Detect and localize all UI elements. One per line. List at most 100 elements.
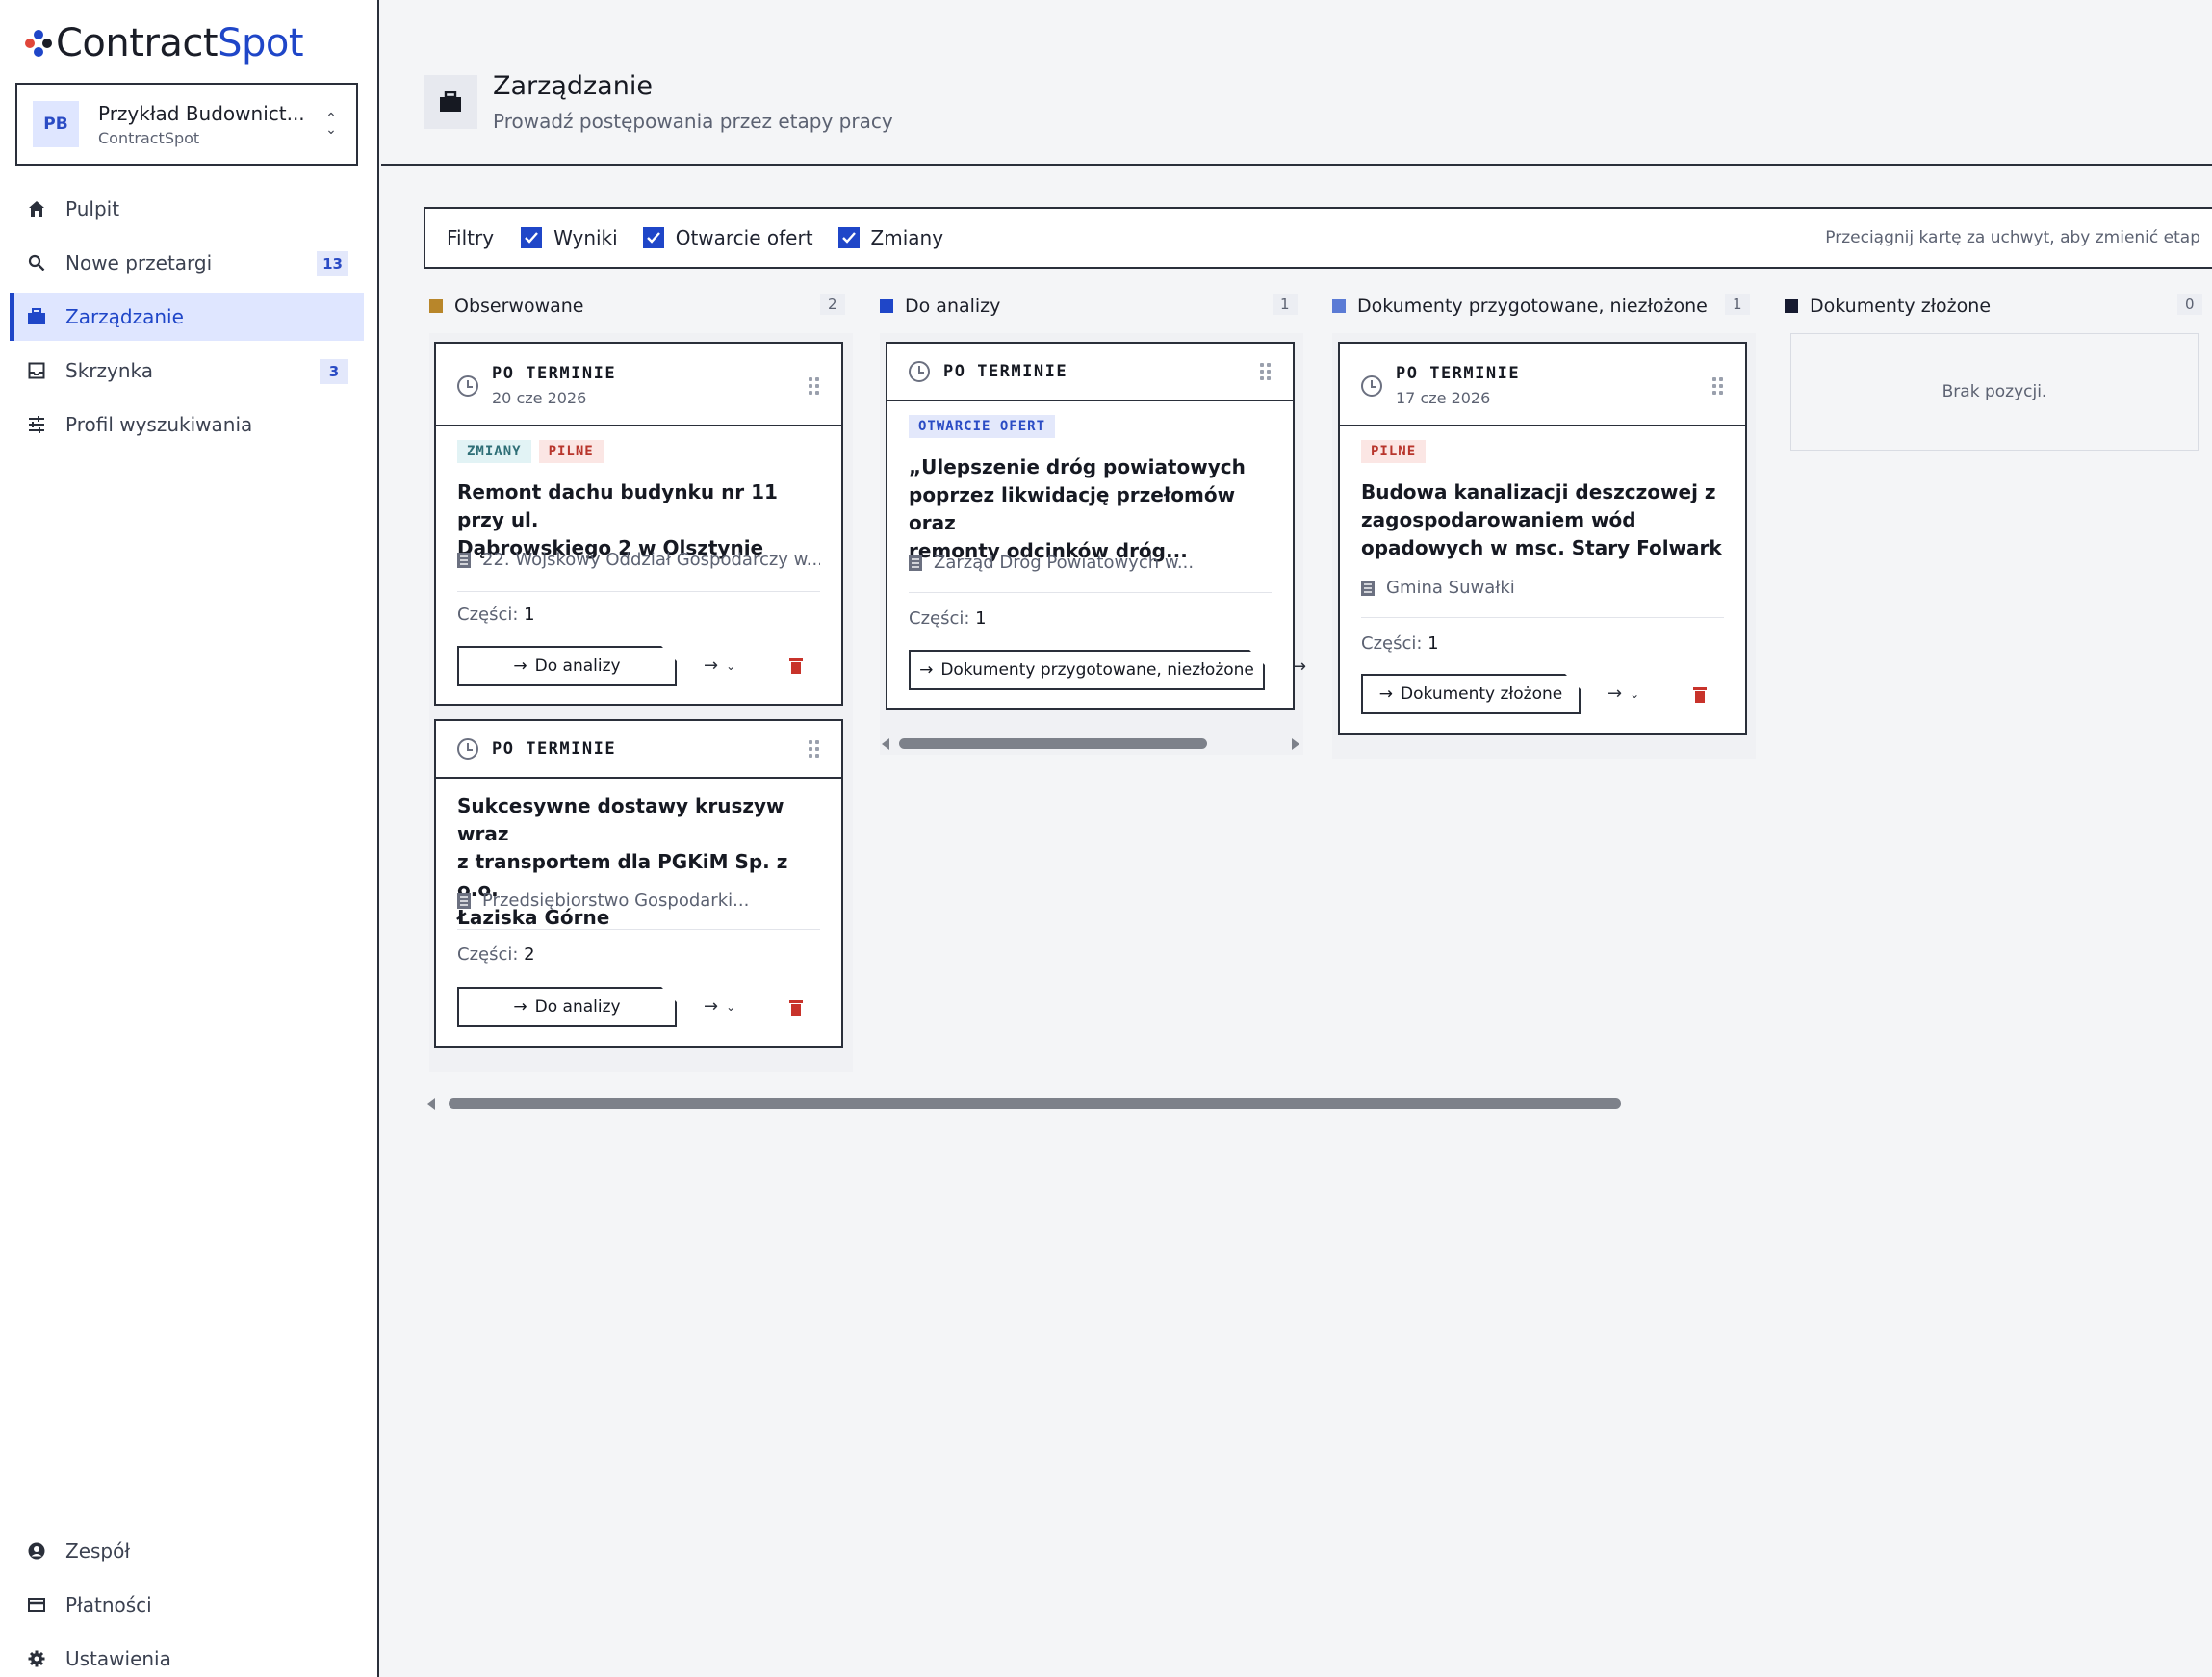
move-to-next-stage-button[interactable]: → Dokumenty przygotowane, niezłożone	[909, 650, 1265, 690]
arrow-right-icon: →	[1608, 684, 1623, 704]
scrollbar-thumb[interactable]	[449, 1098, 1621, 1109]
arrow-right-icon[interactable]: →	[1292, 657, 1306, 677]
board-horizontal-scrollbar[interactable]	[424, 1096, 2212, 1110]
drag-handle-icon[interactable]	[809, 740, 820, 758]
trash-icon[interactable]	[789, 658, 803, 674]
deadline-status: PO TERMINIE	[943, 362, 1068, 381]
deadline-date: 17 cze 2026	[1396, 389, 1491, 407]
column-color-marker	[880, 299, 893, 313]
tag-zmiany: ZMIANY	[457, 440, 531, 463]
deadline-status: PO TERMINIE	[492, 364, 617, 383]
parts-value: 1	[975, 608, 987, 629]
sidebar-item-skrzynka[interactable]: Skrzynka 3	[10, 347, 364, 395]
card-title-line: Budowa kanalizacji deszczowej z	[1361, 480, 1716, 503]
move-options-dropdown[interactable]: → ⌄	[1608, 684, 1639, 704]
column-title: Obserwowane	[454, 296, 584, 317]
column-title: Do analizy	[905, 296, 1001, 317]
count-badge: 3	[320, 359, 348, 384]
card-horizontal-scrollbar[interactable]	[880, 736, 1303, 750]
column-header-do-analizy: Do analizy	[880, 293, 1000, 320]
sidebar-item-zespol[interactable]: Zespół	[10, 1527, 364, 1575]
move-to-next-stage-button[interactable]: → Do analizy	[457, 987, 677, 1027]
building-icon	[909, 555, 922, 571]
briefcase-icon	[27, 307, 46, 326]
parts-value: 2	[524, 944, 535, 965]
drag-handle-icon[interactable]	[809, 377, 820, 395]
tender-card[interactable]: PO TERMINIE OTWARCIE OFERT „Ulepszenie d…	[886, 342, 1295, 710]
card-title-line: Sukcesywne dostawy kruszyw wraz	[457, 794, 784, 845]
scroll-left-icon[interactable]	[882, 738, 889, 750]
scrollbar-thumb[interactable]	[899, 738, 1207, 749]
move-to-next-stage-button[interactable]: → Dokumenty złożone	[1361, 674, 1581, 714]
buyer-name: Gmina Suwałki	[1361, 578, 1724, 598]
scroll-left-icon[interactable]	[427, 1098, 435, 1110]
parts-value: 1	[1428, 633, 1439, 654]
arrow-right-icon: →	[704, 996, 719, 1017]
card-title[interactable]: Budowa kanalizacji deszczowej z zagospod…	[1361, 478, 1724, 562]
chevron-down-icon: ⌄	[1630, 686, 1640, 701]
tender-card[interactable]: PO TERMINIE 20 cze 2026 ZMIANY PILNE Rem…	[434, 342, 843, 706]
sidebar-item-profil-wyszukiwania[interactable]: Profil wyszukiwania	[10, 400, 364, 449]
filter-otwarcie-ofert-checkbox[interactable]: Otwarcie ofert	[642, 226, 813, 249]
main-nav: Pulpit Nowe przetargi 13 Zarządzanie Skr…	[10, 185, 364, 454]
column-title: Dokumenty przygotowane, niezłożone	[1357, 296, 1708, 317]
gear-icon	[27, 1649, 46, 1668]
building-icon	[457, 552, 471, 568]
filter-zmiany-checkbox[interactable]: Zmiany	[837, 226, 943, 249]
parts-label: Części:	[1361, 633, 1423, 654]
org-subtitle: ContractSpot	[98, 128, 200, 147]
credit-card-icon	[27, 1595, 46, 1614]
sidebar-item-zarzadzanie[interactable]: Zarządzanie	[10, 293, 364, 341]
move-to-next-stage-button[interactable]: → Do analizy	[457, 646, 677, 686]
card-title-line: „Ulepszenie dróg powiatowych	[909, 455, 1246, 478]
move-options-dropdown[interactable]: → ⌄	[704, 996, 735, 1017]
logo-text-part-b: Spot	[218, 21, 304, 65]
parts-count: Części: 1	[909, 608, 987, 629]
sidebar-item-label: Płatności	[65, 1593, 152, 1616]
divider	[457, 591, 820, 592]
column-color-marker	[429, 299, 443, 313]
clock-icon	[909, 361, 930, 382]
tender-card[interactable]: PO TERMINIE Sukcesywne dostawy kruszyw w…	[434, 719, 843, 1048]
sidebar-item-label: Skrzynka	[65, 359, 153, 382]
parts-count: Części: 2	[457, 944, 535, 965]
tag-pilne: PILNE	[538, 440, 604, 463]
drag-handle-icon[interactable]	[1712, 377, 1724, 395]
sidebar-item-platnosci[interactable]: Płatności	[10, 1581, 364, 1629]
trash-icon[interactable]	[789, 1000, 803, 1016]
sidebar-item-pulpit[interactable]: Pulpit	[10, 185, 364, 233]
card-title-line: opadowych w msc. Stary Folwark	[1361, 536, 1722, 559]
divider	[1361, 617, 1724, 618]
column-header-obserwowane: Obserwowane	[429, 293, 584, 320]
arrow-right-icon: →	[704, 656, 719, 676]
sidebar-item-nowe-przetargi[interactable]: Nowe przetargi 13	[10, 239, 364, 287]
parts-count: Części: 1	[457, 605, 535, 625]
tender-card[interactable]: PO TERMINIE 17 cze 2026 PILNE Budowa kan…	[1338, 342, 1747, 735]
page-title: Zarządzanie	[493, 71, 653, 101]
checkmark-icon	[642, 227, 664, 248]
checkmark-icon	[837, 227, 860, 248]
parts-label: Części:	[457, 944, 519, 965]
logo[interactable]: ContractSpot	[25, 17, 304, 69]
arrow-right-icon: →	[513, 997, 527, 1017]
user-circle-icon	[27, 1541, 46, 1561]
card-header: PO TERMINIE	[887, 344, 1293, 401]
card-title[interactable]: „Ulepszenie dróg powiatowych poprzez lik…	[909, 453, 1272, 565]
drag-handle-icon[interactable]	[1260, 363, 1272, 380]
trash-icon[interactable]	[1693, 687, 1707, 703]
sidebar-item-label: Profil wyszukiwania	[65, 413, 253, 436]
filter-wyniki-checkbox[interactable]: Wyniki	[521, 226, 618, 249]
scroll-right-icon[interactable]	[1292, 738, 1299, 750]
column-header-dokumenty-przygotowane: Dokumenty przygotowane, niezłożone	[1332, 293, 1708, 320]
parts-label: Części:	[909, 608, 970, 629]
card-tags: ZMIANY PILNE	[457, 440, 611, 463]
org-text: Przykład Budownict... ContractSpot	[98, 102, 322, 147]
filters-label: Filtry	[447, 226, 495, 249]
sidebar-item-ustawienia[interactable]: Ustawienia	[10, 1635, 364, 1677]
sliders-icon	[27, 415, 46, 434]
organization-switcher[interactable]: PB Przykład Budownict... ContractSpot ⌃ ⌄	[15, 83, 358, 166]
card-title[interactable]: Sukcesywne dostawy kruszyw wraz z transp…	[457, 792, 820, 932]
move-options-dropdown[interactable]: → ⌄	[704, 656, 735, 676]
card-tags: PILNE	[1361, 440, 1433, 463]
page-header: Zarządzanie Prowadź postępowania przez e…	[381, 0, 2212, 166]
